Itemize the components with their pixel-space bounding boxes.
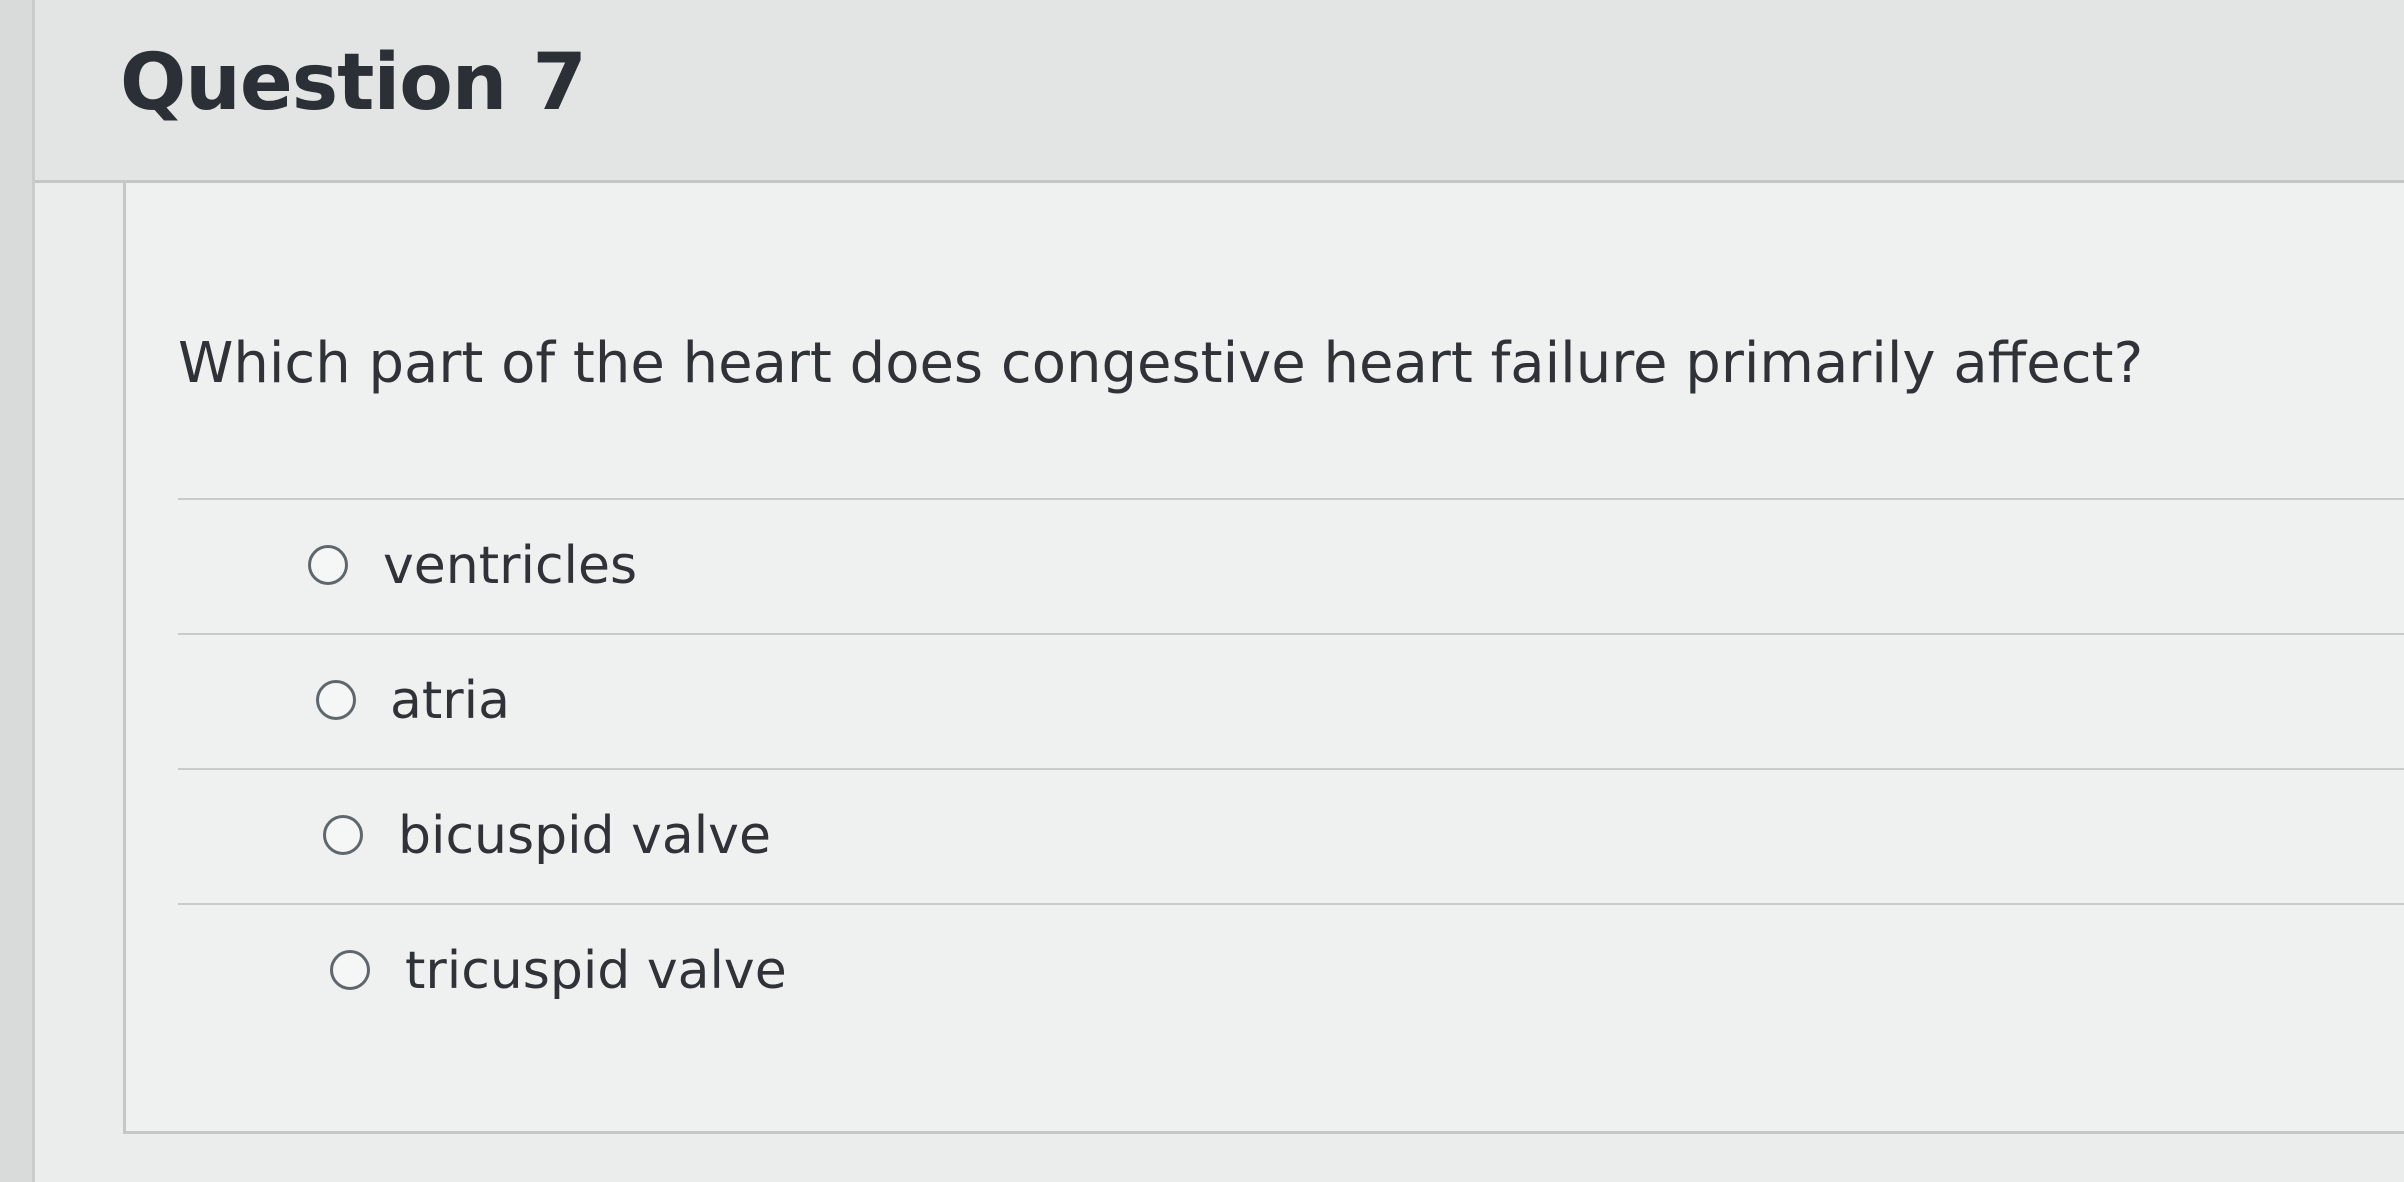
question-body: Which part of the heart does congestive …	[123, 183, 2404, 1134]
radio-button-icon[interactable]	[308, 545, 348, 585]
answer-option-ventricles[interactable]: ventricles	[178, 498, 2404, 633]
radio-button-icon[interactable]	[316, 680, 356, 720]
answer-label[interactable]: bicuspid valve	[398, 806, 771, 866]
question-header: Question 7	[35, 0, 2404, 183]
answer-option-bicuspid-valve[interactable]: bicuspid valve	[178, 768, 2404, 903]
answer-label[interactable]: ventricles	[383, 536, 637, 596]
radio-button-icon[interactable]	[323, 815, 363, 855]
answer-option-atria[interactable]: atria	[178, 633, 2404, 768]
answer-list: ventricles atria bicuspid valve tricuspi…	[178, 498, 2404, 1038]
answer-label[interactable]: atria	[390, 671, 510, 731]
quiz-question-card: Question 7 Which part of the heart does …	[32, 0, 2404, 1182]
radio-button-icon[interactable]	[330, 950, 370, 990]
answer-label[interactable]: tricuspid valve	[405, 941, 787, 1001]
question-title: Question 7	[120, 38, 587, 128]
answer-option-tricuspid-valve[interactable]: tricuspid valve	[178, 903, 2404, 1038]
question-text: Which part of the heart does congestive …	[178, 331, 2144, 396]
